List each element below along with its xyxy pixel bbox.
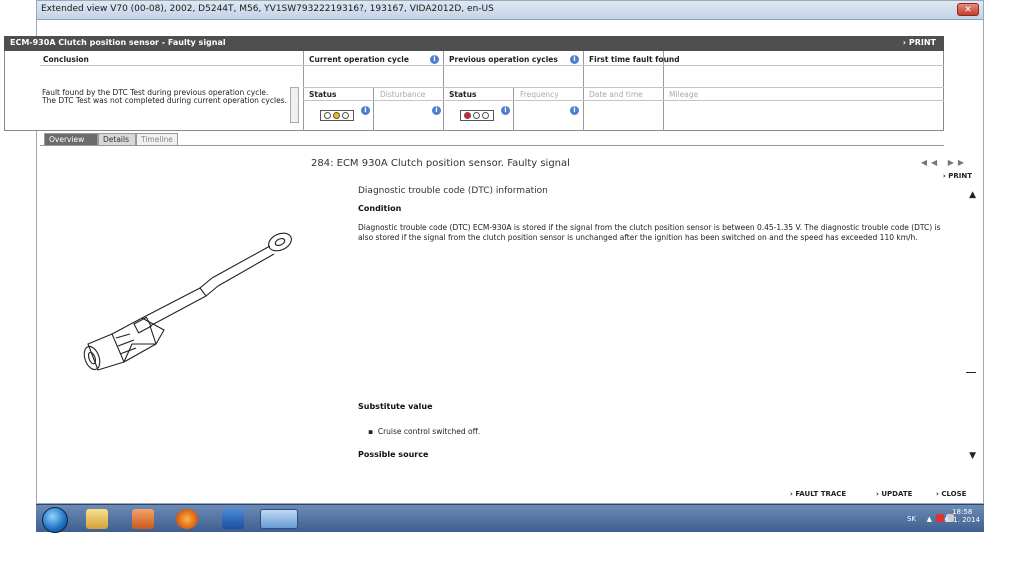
possible-source-heading: Possible source bbox=[358, 450, 429, 459]
fault-trace-label: FAULT TRACE bbox=[795, 490, 847, 498]
start-button-icon[interactable] bbox=[42, 507, 68, 533]
fault-title: ECM-930A Clutch position sensor - Faulty… bbox=[10, 38, 226, 47]
info-icon[interactable]: i bbox=[430, 55, 439, 64]
first-found-header: First time fault found bbox=[589, 55, 680, 64]
update-link[interactable]: › UPDATE bbox=[876, 490, 912, 498]
fault-print-link[interactable]: › PRINT bbox=[903, 38, 936, 47]
substitute-value-heading: Substitute value bbox=[358, 402, 433, 411]
substitute-item-text: Cruise control switched off. bbox=[377, 427, 481, 436]
conclusion-text: Fault found by the DTC Test during previ… bbox=[42, 89, 287, 105]
scroll-up-icon[interactable]: ▲ bbox=[969, 190, 976, 200]
info-icon[interactable]: i bbox=[570, 55, 579, 64]
clock-time: 18:58 bbox=[952, 508, 973, 516]
network-tray-icon[interactable] bbox=[936, 514, 944, 522]
close-link[interactable]: › CLOSE bbox=[936, 490, 966, 498]
status-light bbox=[473, 112, 480, 119]
current-cycle-header: Current operation cycle bbox=[309, 55, 409, 64]
info-icon[interactable]: i bbox=[432, 106, 441, 115]
status-indicator-current bbox=[320, 110, 354, 121]
tab-details[interactable]: Details bbox=[98, 133, 136, 145]
condition-text: Diagnostic trouble code (DTC) ECM-930A i… bbox=[358, 223, 941, 242]
clock-date: 6. 1. 2014 bbox=[944, 516, 980, 524]
document-area: 284: ECM 930A Clutch position sensor. Fa… bbox=[36, 146, 984, 504]
col-divider bbox=[513, 87, 514, 131]
fault-print-label: PRINT bbox=[908, 38, 936, 47]
frequency-header: Frequency bbox=[520, 90, 559, 99]
status-previous-header: Status bbox=[449, 90, 477, 99]
status-light-red bbox=[464, 112, 471, 119]
status-light-yellow bbox=[333, 112, 340, 119]
window-title: Extended view V70 (00-08), 2002, D5244T,… bbox=[41, 4, 494, 14]
col-divider bbox=[303, 51, 304, 131]
fault-trace-link[interactable]: › FAULT TRACE bbox=[790, 490, 846, 498]
conclusion-header: Conclusion bbox=[43, 55, 89, 64]
document-print-label: PRINT bbox=[948, 172, 972, 180]
document-print-link[interactable]: › PRINT bbox=[943, 172, 972, 180]
condition-heading: Condition bbox=[358, 204, 402, 213]
window-close-button[interactable]: ✕ bbox=[957, 3, 979, 16]
col-divider bbox=[443, 51, 444, 131]
status-light bbox=[342, 112, 349, 119]
previous-cycles-header: Previous operation cycles bbox=[449, 55, 558, 64]
clock[interactable]: 18:58 6. 1. 2014 bbox=[944, 508, 980, 524]
conclusion-line: The DTC Test was not completed during cu… bbox=[42, 96, 287, 105]
update-label: UPDATE bbox=[881, 490, 913, 498]
status-light bbox=[482, 112, 489, 119]
status-indicator-previous bbox=[460, 110, 494, 121]
file-explorer-icon[interactable] bbox=[86, 509, 108, 529]
status-light bbox=[324, 112, 331, 119]
taskbar: SK ▲ 18:58 6. 1. 2014 bbox=[36, 504, 984, 533]
title-bar: Extended view V70 (00-08), 2002, D5244T,… bbox=[37, 1, 983, 20]
tab-timeline[interactable]: Timeline bbox=[136, 133, 178, 145]
date-time-header: Date and time bbox=[589, 90, 643, 99]
scroll-marker bbox=[966, 372, 976, 373]
media-player-icon[interactable] bbox=[132, 509, 154, 529]
row-divider bbox=[303, 100, 944, 101]
status-current-header: Status bbox=[309, 90, 337, 99]
firefox-icon[interactable] bbox=[176, 509, 198, 529]
internet-explorer-icon[interactable] bbox=[260, 509, 298, 529]
close-label: CLOSE bbox=[941, 490, 967, 498]
language-indicator[interactable]: SK bbox=[907, 515, 916, 523]
disturbance-header: Disturbance bbox=[380, 90, 426, 99]
col-divider bbox=[373, 87, 374, 131]
row-divider bbox=[40, 65, 944, 66]
outlook-icon[interactable] bbox=[222, 509, 244, 529]
row-divider bbox=[303, 87, 944, 88]
conclusion-scrollbar[interactable] bbox=[290, 87, 299, 123]
info-icon[interactable]: i bbox=[570, 106, 579, 115]
info-icon[interactable]: i bbox=[501, 106, 510, 115]
info-icon[interactable]: i bbox=[361, 106, 370, 115]
col-divider bbox=[583, 51, 584, 131]
fault-header-bar: ECM-930A Clutch position sensor - Faulty… bbox=[4, 36, 944, 51]
tab-overview[interactable]: Overview bbox=[44, 133, 98, 145]
dtc-info-heading: Diagnostic trouble code (DTC) informatio… bbox=[358, 186, 548, 196]
substitute-list-item: ▪ Cruise control switched off. bbox=[368, 427, 481, 436]
scroll-down-icon[interactable]: ▼ bbox=[969, 451, 976, 461]
document-nav-arrows[interactable]: ◀◀ ▶▶ bbox=[921, 158, 968, 167]
mileage-header: Mileage bbox=[669, 90, 699, 99]
clutch-sensor-illustration bbox=[83, 232, 292, 371]
document-title: 284: ECM 930A Clutch position sensor. Fa… bbox=[311, 158, 570, 169]
show-hidden-icons-icon[interactable]: ▲ bbox=[927, 515, 932, 523]
